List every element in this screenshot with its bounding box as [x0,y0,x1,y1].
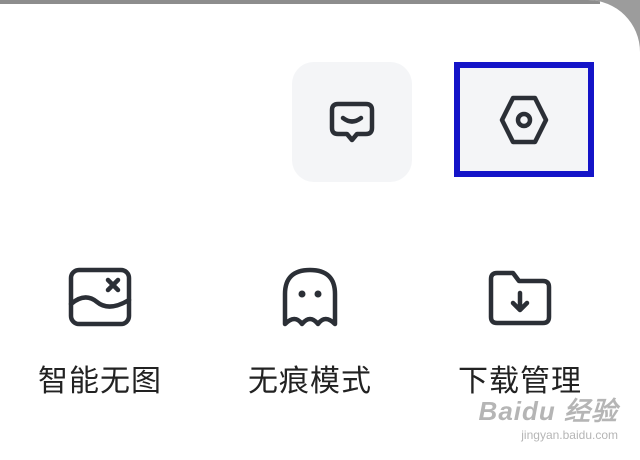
tool-label: 智能无图 [38,364,162,399]
settings-button[interactable] [454,62,594,177]
tool-label: 无痕模式 [248,364,372,399]
hex-nut-settings-icon [499,95,549,144]
tool-icon-wrap [485,262,555,332]
tool-icon-wrap [65,262,135,332]
watermark-site: jingyan.baidu.com [521,428,618,442]
tool-download-manager[interactable]: 下载管理 [430,262,610,412]
watermark-brand: Baidu 经验 [478,396,618,426]
tool-no-image-mode[interactable]: 智能无图 [10,262,190,412]
tool-incognito-mode[interactable]: 无痕模式 [220,262,400,412]
bottom-sheet-menu: 智能无图 无痕模式 下载管理 Baidu 经验 jingyan.baidu.co… [0,0,640,460]
no-image-icon [68,267,132,327]
feedback-button[interactable] [292,62,412,182]
tool-icon-wrap [275,262,345,332]
top-edge-strip [0,0,600,4]
folder-download-icon [488,270,552,326]
chat-bubble-icon [329,101,375,143]
baidu-jingyan-watermark: Baidu 经验 jingyan.baidu.com [479,391,618,442]
ghost-icon [282,267,338,327]
